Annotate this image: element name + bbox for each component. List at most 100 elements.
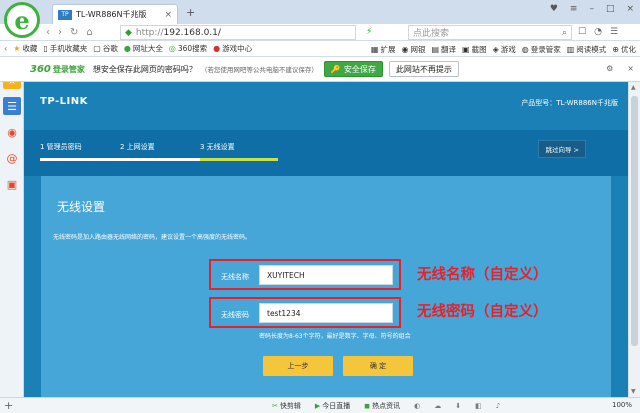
status-tool-icon[interactable]: ◧ [475, 402, 482, 410]
tab-title: TL-WR886N千兆版 [76, 10, 147, 19]
home-icon[interactable]: ⌂ [86, 27, 92, 38]
speed-mode-icon[interactable]: ⚡ [366, 27, 372, 37]
browser-logo-icon[interactable]: e [4, 2, 40, 38]
password-bar-question: 想安全保存此网页的密码吗？ [92, 64, 197, 74]
url-input[interactable]: ◆ http://192.168.0.1/ [120, 25, 356, 40]
notes-icon[interactable]: ☰ [3, 97, 21, 115]
status-items: ✂ 快剪辑 ▶ 今日直播 ◼ 热点资讯 ◐ ☁ ⬇ ◧ ♪ [272, 401, 500, 411]
minimize-icon[interactable]: – [589, 4, 594, 14]
user-icon[interactable]: ◔ [594, 27, 602, 37]
status-item[interactable]: ◼ 热点资讯 [364, 401, 400, 411]
skin-icon[interactable]: ♥ [550, 4, 558, 14]
url-protocol: http:// [135, 27, 164, 38]
safe-save-button[interactable]: 🔑 安全保存 [323, 61, 383, 77]
bookmark-icon: ▯ [43, 44, 48, 53]
tab-close-icon[interactable]: × [164, 10, 172, 20]
status-bar: + ✂ 快剪辑 ▶ 今日直播 ◼ 热点资讯 ◐ ☁ ⬇ ◧ ♪ 100% [0, 397, 640, 413]
status-tool-icon[interactable]: ♪ [496, 402, 500, 410]
status-tool-icon[interactable]: ☁ [434, 402, 441, 410]
status-item[interactable]: ✂ 快剪辑 [272, 401, 301, 411]
search-icon[interactable]: ⌕ [562, 28, 567, 38]
annotation-password: 无线密码（自定义） [417, 304, 548, 320]
bookmarks-toggle-icon[interactable]: ‹ [4, 44, 7, 53]
key-icon: 🔑 [330, 64, 341, 74]
annotation-ssid: 无线名称（自定义） [417, 267, 548, 283]
toolbar-item[interactable]: ◍ 登录管家 [522, 44, 561, 55]
url-host: 192.168.0.1/ [163, 27, 221, 38]
confirm-button[interactable]: 确 定 [343, 356, 413, 376]
password-highlight-box [209, 297, 401, 328]
toolbar-extensions: ▦ 扩展 ◉ 网银 ▤ 翻译 ▣ 截图 ◈ 游戏 ◍ 登录管家 ▥ 阅读模式 ⊕ 优化 [371, 44, 636, 55]
toolbar-item[interactable]: ◈ 游戏 [493, 44, 516, 55]
bookmark-icon: ★ [13, 44, 21, 53]
scroll-up-icon[interactable]: ▲ [631, 84, 636, 91]
bookmark-item[interactable]: ◎ 360搜索 [169, 43, 207, 54]
left-sidebar: ★ ☰ ◉ @ ▣ [0, 57, 24, 397]
bookmark-item[interactable]: ▯ 手机收藏夹 [43, 43, 87, 54]
toolbar-item[interactable]: ▤ 翻译 [431, 44, 456, 55]
bookmark-icon: ● [213, 44, 221, 53]
panel-title: 无线设置 [57, 200, 106, 214]
mail-icon[interactable]: @ [3, 149, 21, 167]
skip-wizard-button[interactable]: 跳过向导 > [538, 140, 586, 158]
weibo-icon[interactable]: ◉ [3, 123, 21, 141]
wireless-panel: 无线设置 无线密码是加入路由器无线网络的密码，建议设置一个高强度的无线密码。 无… [41, 176, 611, 397]
menu-icon[interactable]: ≡ [570, 4, 578, 14]
scissors-icon: ✂ [272, 402, 278, 410]
maximize-icon[interactable]: □ [606, 4, 615, 14]
apps-icon[interactable]: ☰ [610, 27, 618, 37]
bookmark-icon: ● [123, 44, 131, 53]
toolbar-item[interactable]: ▣ 截图 [462, 44, 487, 55]
router-page: TP-LINK 产品型号：TL-WR886N千兆版 1 管理员密码 2 上网设置… [24, 82, 628, 397]
password-bar-controls: ⚙ × [606, 64, 634, 73]
bookmark-icon: ▢ [93, 44, 101, 53]
toolbar-item[interactable]: ◉ 网银 [401, 44, 425, 55]
bookmark-icon: ◎ [168, 44, 176, 53]
bookmark-item[interactable]: ● 游戏中心 [213, 43, 252, 54]
toolbar-item[interactable]: ▦ 扩展 [371, 44, 396, 55]
status-tool-icon[interactable]: ⬇ [455, 402, 461, 410]
close-bar-icon[interactable]: × [627, 64, 634, 73]
forward-icon[interactable]: › [58, 27, 62, 38]
news-icon: ◼ [364, 402, 371, 410]
password-bar-hint: （若您使用网吧等公共电脑不建议保存） [200, 66, 318, 74]
bookmark-item[interactable]: ★ 收藏 [13, 43, 37, 54]
product-model: 产品型号：TL-WR886N千兆版 [521, 99, 618, 107]
page-scrollbar[interactable]: ▲ ▼ [628, 82, 640, 397]
bookmark-item[interactable]: ● 网址大全 [124, 43, 163, 54]
address-bar: ‹ › ↻ ⌂ ◆ http://192.168.0.1/ ⚡ 点此搜索 ⌕ ☐… [0, 24, 640, 41]
ssid-highlight-box [209, 259, 401, 290]
new-tab-icon[interactable]: + [186, 6, 195, 19]
back-icon[interactable]: ‹ [46, 27, 50, 38]
bookmarks-bar: ‹ ★ 收藏 ▯ 手机收藏夹 ▢ 谷歌 ● 网址大全 ◎ 360搜索 ● 游戏中心 ▦ 扩展 … [0, 41, 640, 57]
game-icon[interactable]: ▣ [3, 175, 21, 193]
scroll-down-icon[interactable]: ▼ [631, 388, 636, 395]
secure-shield-icon: ◆ [125, 27, 132, 38]
step-admin-password: 1 管理员密码 [40, 143, 82, 151]
password-hint: 密码长度为8-63个字符，最好是数字、字母、符号的组合 [259, 333, 411, 340]
status-item[interactable]: ▶ 今日直播 [315, 401, 350, 411]
refresh-icon[interactable]: ↻ [70, 27, 78, 38]
toolbar-item[interactable]: ⊕ 优化 [612, 44, 636, 55]
search-placeholder: 点此搜索 [413, 29, 450, 39]
browser-tab[interactable]: TP TL-WR886N千兆版 × [52, 4, 178, 24]
status-tool-icon[interactable]: ◐ [414, 402, 420, 410]
previous-step-button[interactable]: 上一步 [263, 356, 333, 376]
nav-buttons: ‹ › ↻ ⌂ [46, 27, 93, 38]
step-internet-setup: 2 上网设置 [120, 143, 155, 151]
never-remind-button[interactable]: 此网站不再提示 [388, 61, 459, 77]
download-icon[interactable]: ☐ [578, 27, 586, 37]
panel-description: 无线密码是加入路由器无线网络的密码，建议设置一个高强度的无线密码。 [53, 234, 252, 241]
window-controls: ♥ ≡ – □ × [550, 4, 634, 14]
title-bar: TP TL-WR886N千兆版 × + ♥ ≡ – □ × [0, 0, 640, 24]
step-progress-active [200, 158, 278, 161]
password-save-bar: 360 登录管家 想安全保存此网页的密码吗？ （若您使用网吧等公共电脑不建议保存… [0, 57, 640, 82]
zoom-level[interactable]: 100% [612, 401, 632, 409]
toolbar-item[interactable]: ▥ 阅读模式 [567, 44, 607, 55]
settings-gear-icon[interactable]: ⚙ [606, 64, 613, 73]
add-sidebar-icon[interactable]: + [4, 399, 13, 412]
bookmark-item[interactable]: ▢ 谷歌 [93, 43, 118, 54]
search-input[interactable]: 点此搜索 ⌕ [408, 25, 572, 40]
scrollbar-thumb[interactable] [631, 96, 638, 346]
close-window-icon[interactable]: × [626, 4, 634, 14]
